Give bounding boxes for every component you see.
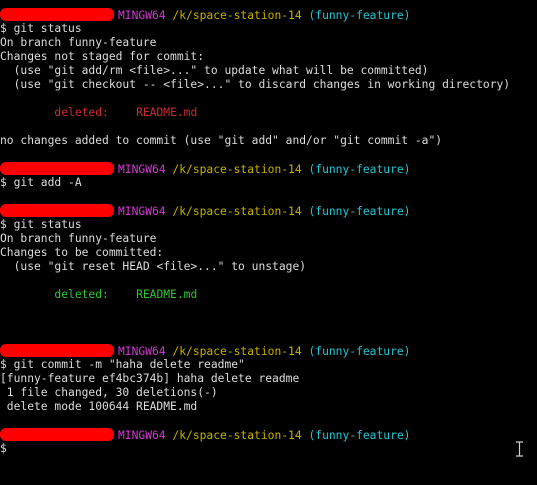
terminal-line-text: On branch funny-feature	[0, 232, 537, 246]
terminal-line-text: Changes not staged for commit:	[0, 50, 537, 64]
prompt-path: /k/space-station-14	[172, 205, 302, 218]
redacted-username	[0, 162, 114, 175]
terminal-text: [funny-feature ef4bc374b] haha delete re…	[0, 372, 300, 385]
file-status: deleted:	[54, 106, 109, 119]
terminal-line-text: $ git commit -m "haha delete readme"	[0, 358, 537, 372]
terminal-line-text: $ git status	[0, 22, 537, 36]
terminal-line-prompt: MINGW64 /k/space-station-14 (funny-featu…	[0, 204, 537, 218]
terminal-text: $ git status	[0, 22, 82, 35]
terminal-text: $ git commit -m "haha delete readme"	[0, 358, 245, 371]
terminal-line-text: 1 file changed, 30 deletions(-)	[0, 386, 537, 400]
terminal-text: (use "git checkout -- <file>..." to disc…	[0, 78, 511, 91]
prompt-branch: (funny-feature)	[308, 9, 411, 22]
prompt-path: /k/space-station-14	[172, 345, 302, 358]
file-name: README.md	[136, 106, 198, 119]
terminal-line-text: [funny-feature ef4bc374b] haha delete re…	[0, 372, 537, 386]
file-status: deleted:	[54, 288, 109, 301]
terminal-line-prompt: MINGW64 /k/space-station-14 (funny-featu…	[0, 428, 537, 442]
prompt-env: MINGW64	[118, 163, 166, 176]
terminal-line-text: (use "git reset HEAD <file>..." to unsta…	[0, 260, 537, 274]
prompt-branch: (funny-feature)	[308, 429, 411, 442]
terminal-text: $ git status	[0, 218, 82, 231]
terminal-line-text: delete mode 100644 README.md	[0, 400, 537, 414]
terminal-text: On branch funny-feature	[0, 232, 157, 245]
redacted-username	[0, 344, 114, 357]
terminal-text: delete mode 100644 README.md	[0, 400, 198, 413]
text-cursor-icon	[516, 441, 523, 457]
file-name: README.md	[136, 288, 198, 301]
redacted-username	[0, 8, 114, 21]
terminal-text: $ git add -A	[0, 176, 82, 189]
prompt-env: MINGW64	[118, 345, 166, 358]
prompt-env: MINGW64	[118, 429, 166, 442]
terminal-line-text: On branch funny-feature	[0, 36, 537, 50]
terminal-text: 1 file changed, 30 deletions(-)	[0, 386, 218, 399]
terminal-output[interactable]: MINGW64 /k/space-station-14 (funny-featu…	[0, 8, 537, 456]
terminal-line-text: $ git status	[0, 218, 537, 232]
terminal-line-text: no changes added to commit (use "git add…	[0, 134, 537, 148]
redacted-username	[0, 428, 114, 441]
terminal-text: $	[0, 442, 7, 455]
terminal-text: On branch funny-feature	[0, 36, 157, 49]
terminal-line-status: deleted: README.md	[0, 288, 537, 302]
terminal-line-text: $	[0, 442, 537, 456]
prompt-path: /k/space-station-14	[172, 9, 302, 22]
terminal-line-text: $ git add -A	[0, 176, 537, 190]
prompt-branch: (funny-feature)	[308, 205, 411, 218]
terminal-line-prompt: MINGW64 /k/space-station-14 (funny-featu…	[0, 8, 537, 22]
prompt-env: MINGW64	[118, 9, 166, 22]
terminal-line-prompt: MINGW64 /k/space-station-14 (funny-featu…	[0, 344, 537, 358]
prompt-path: /k/space-station-14	[172, 163, 302, 176]
terminal-text: (use "git add/rm <file>..." to update wh…	[0, 64, 429, 77]
prompt-path: /k/space-station-14	[172, 429, 302, 442]
terminal-text: (use "git reset HEAD <file>..." to unsta…	[0, 260, 307, 273]
redacted-username	[0, 204, 114, 217]
terminal-line-text: (use "git checkout -- <file>..." to disc…	[0, 78, 537, 92]
terminal-line-status: deleted: README.md	[0, 106, 537, 120]
prompt-env: MINGW64	[118, 205, 166, 218]
terminal-line-text: (use "git add/rm <file>..." to update wh…	[0, 64, 537, 78]
prompt-branch: (funny-feature)	[308, 345, 411, 358]
terminal-line-text: Changes to be committed:	[0, 246, 537, 260]
terminal-text: no changes added to commit (use "git add…	[0, 134, 443, 147]
terminal-line-prompt: MINGW64 /k/space-station-14 (funny-featu…	[0, 162, 537, 176]
prompt-branch: (funny-feature)	[308, 163, 411, 176]
terminal-text: Changes to be committed:	[0, 246, 164, 259]
terminal-text: Changes not staged for commit:	[0, 50, 205, 63]
